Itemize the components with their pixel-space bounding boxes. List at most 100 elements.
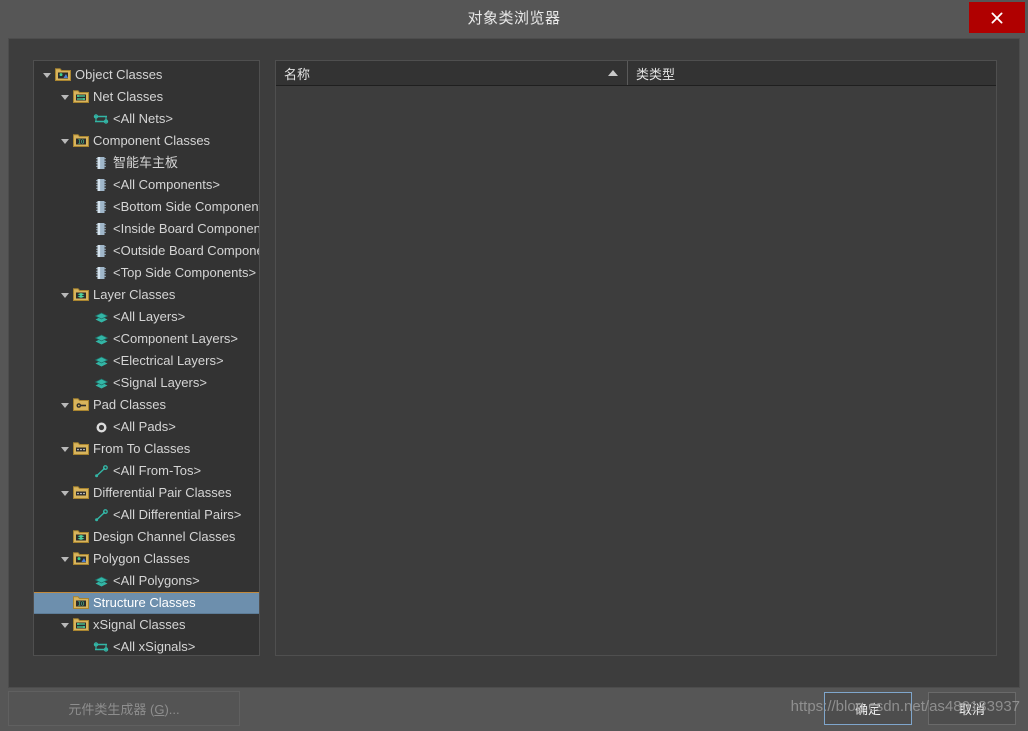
- tree-item-label: Component Classes: [93, 133, 210, 149]
- tree-item-label: <All Components>: [113, 177, 220, 193]
- tree-item[interactable]: Design Channel Classes: [34, 526, 260, 548]
- layer-icon: [92, 331, 110, 347]
- tree-item-label: Design Channel Classes: [93, 529, 235, 545]
- net-icon: [92, 639, 110, 655]
- tree-indent-spacer: [78, 152, 92, 174]
- tree-item[interactable]: <Signal Layers>: [34, 372, 260, 394]
- object-class-browser-dialog: 对象类浏览器 Object Classes Net Classes <All Net…: [0, 0, 1028, 731]
- expand-collapse-icon[interactable]: [58, 86, 72, 108]
- component-icon: [92, 221, 110, 237]
- tree-item[interactable]: Pad Classes: [34, 394, 260, 416]
- tree-indent-spacer: [78, 240, 92, 262]
- tree-item[interactable]: <Electrical Layers>: [34, 350, 260, 372]
- tree-item[interactable]: Layer Classes: [34, 284, 260, 306]
- close-button[interactable]: [969, 2, 1025, 33]
- tree-item-label: <All From-Tos>: [113, 463, 201, 479]
- expand-collapse-icon[interactable]: [58, 548, 72, 570]
- tree-item[interactable]: Object Classes: [34, 64, 260, 86]
- tree-item-label: <Outside Board Components>: [113, 243, 260, 259]
- expand-collapse-icon[interactable]: [58, 482, 72, 504]
- expand-collapse-icon[interactable]: [58, 130, 72, 152]
- tree-indent-spacer: [78, 174, 92, 196]
- tree-item[interactable]: Net Classes: [34, 86, 260, 108]
- tree-indent-spacer: [78, 636, 92, 656]
- expand-collapse-icon[interactable]: [58, 284, 72, 306]
- folder-polygon-icon: [72, 551, 90, 567]
- folder-pad-icon: [72, 397, 90, 413]
- tree-item[interactable]: <All Layers>: [34, 306, 260, 328]
- sort-ascending-icon: [608, 70, 618, 76]
- tree-item-selected[interactable]: IO Structure Classes: [34, 592, 259, 614]
- tree-item-label: xSignal Classes: [93, 617, 186, 633]
- tree-indent-spacer: [78, 196, 92, 218]
- tree-item[interactable]: <Outside Board Components>: [34, 240, 260, 262]
- column-header-name[interactable]: 名称: [276, 61, 628, 85]
- tree-item-label: Net Classes: [93, 89, 163, 105]
- ok-button-label: 确定: [855, 699, 881, 718]
- tree-item-label: <All Pads>: [113, 419, 176, 435]
- fromto-icon: [92, 463, 110, 479]
- svg-text:IO: IO: [78, 602, 85, 608]
- tree-item[interactable]: <All xSignals>: [34, 636, 260, 656]
- component-icon: [92, 199, 110, 215]
- tree-item-label: <All Polygons>: [113, 573, 200, 589]
- tree-item[interactable]: <Bottom Side Components>: [34, 196, 260, 218]
- tree-item[interactable]: <Top Side Components>: [34, 262, 260, 284]
- dialog-title: 对象类浏览器: [0, 0, 1028, 38]
- component-icon: [92, 177, 110, 193]
- tree-indent-spacer: [78, 460, 92, 482]
- tree-indent-spacer: [78, 108, 92, 130]
- component-icon: [92, 265, 110, 281]
- tree-item[interactable]: <All Pads>: [34, 416, 260, 438]
- close-icon: [989, 10, 1005, 26]
- folder-fromto-icon: [72, 485, 90, 501]
- tree-item[interactable]: <Inside Board Components>: [34, 218, 260, 240]
- tree-item-label: 智能车主板: [113, 155, 178, 171]
- tree-indent-spacer: [78, 262, 92, 284]
- tree-item[interactable]: <All Differential Pairs>: [34, 504, 260, 526]
- folder-fromto-icon: [72, 441, 90, 457]
- tree-item-label: <All Differential Pairs>: [113, 507, 241, 523]
- tree-item[interactable]: xSignal Classes: [34, 614, 260, 636]
- tree-item[interactable]: <Component Layers>: [34, 328, 260, 350]
- tree-item-label: From To Classes: [93, 441, 190, 457]
- folder-net-icon: [72, 617, 90, 633]
- tree-item[interactable]: 智能车主板: [34, 152, 260, 174]
- tree-item[interactable]: <All Components>: [34, 174, 260, 196]
- tree-indent-spacer: [78, 306, 92, 328]
- tree-item[interactable]: From To Classes: [34, 438, 260, 460]
- tree-item-label: <Inside Board Components>: [113, 221, 260, 237]
- object-class-tree[interactable]: Object ClassesNet Classes<All Nets>IOCom…: [33, 60, 260, 656]
- tree-indent-spacer: [78, 504, 92, 526]
- tree-item[interactable]: <All From-Tos>: [34, 460, 260, 482]
- tree-item-label: <Signal Layers>: [113, 375, 207, 391]
- tree-item[interactable]: <All Polygons>: [34, 570, 260, 592]
- expand-collapse-icon[interactable]: [58, 438, 72, 460]
- tree-item[interactable]: Polygon Classes: [34, 548, 260, 570]
- tree-item[interactable]: Differential Pair Classes: [34, 482, 260, 504]
- folder-component-icon: IO: [72, 595, 90, 611]
- tree-item-label: Layer Classes: [93, 287, 175, 303]
- tree-item[interactable]: <All Nets>: [34, 108, 260, 130]
- expand-collapse-icon[interactable]: [40, 64, 54, 86]
- tree-item-label: <Top Side Components>: [113, 265, 256, 281]
- expand-collapse-icon[interactable]: [58, 394, 72, 416]
- net-icon: [92, 111, 110, 127]
- pad-icon: [92, 419, 110, 435]
- cancel-button[interactable]: 取消: [928, 692, 1016, 725]
- component-class-generator-button[interactable]: 元件类生成器 (G)...: [8, 691, 240, 726]
- tree-item-label: <All Nets>: [113, 111, 173, 127]
- tree-item-label: Structure Classes: [93, 595, 196, 611]
- tree-item-label: Differential Pair Classes: [93, 485, 231, 501]
- list-body[interactable]: [276, 86, 996, 656]
- tree-item[interactable]: IOComponent Classes: [34, 130, 260, 152]
- column-header-name-label: 名称: [284, 64, 310, 83]
- tree-item-label: <Bottom Side Components>: [113, 199, 260, 215]
- class-members-list[interactable]: 名称 类类型: [275, 60, 997, 656]
- folder-layer-icon: [72, 529, 90, 545]
- ok-button[interactable]: 确定: [824, 692, 912, 725]
- expand-collapse-icon[interactable]: [58, 614, 72, 636]
- tree-indent-spacer: [78, 372, 92, 394]
- tree-indent-spacer: [78, 350, 92, 372]
- column-header-class-type[interactable]: 类类型: [628, 61, 996, 85]
